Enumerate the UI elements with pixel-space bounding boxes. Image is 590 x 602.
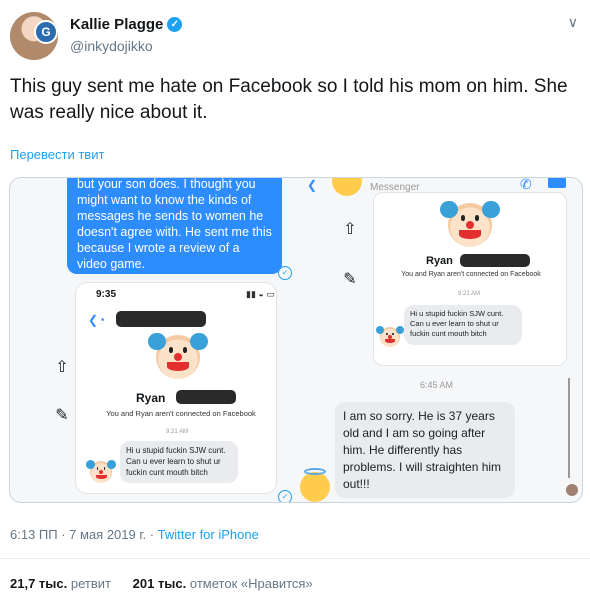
author-handle[interactable]: @inkydojikko [70,38,153,54]
author-name-row[interactable]: Kallie Plagge ✓ [70,16,183,33]
edit-icon-2[interactable]: ✎ [338,268,362,292]
signal-icon: ▮▮ ◒ ▭ [246,289,275,299]
not-connected-text-2: You and Ryan aren't connected on Faceboo… [401,271,541,278]
profile-name: Ryan [136,391,166,405]
left-phone-screen: 9:35 ▮▮ ◒ ▭ ❮◔ Ryan You and Ryan aren't … [75,282,277,494]
reply-time: 6:45 AM [420,380,454,390]
avatar-badge: G [34,20,58,44]
tweet-text: This guy sent me hate on Facebook so I t… [10,76,568,123]
tweet-timestamp: 6:13 ПП · 7 мая 2019 г. · Twitter for iP… [10,527,259,542]
back-icon-2: ❮ [307,178,318,192]
seen-check-icon: ✓ [278,266,292,280]
mom-reply-bubble: I am so sorry. He is 37 years old and I … [335,402,515,498]
hate-message-bubble-2: Hi u stupid fuckin SJW cunt. Can u ever … [404,305,522,345]
tweet-stats: 21,7 тыс. ретвит 201 тыс. отметок «Нрави… [10,576,313,591]
call-icon: ✆ [520,177,532,192]
scrollbar[interactable] [568,378,570,478]
translate-link[interactable]: Перевести твит [10,147,104,162]
redacted-surname-2 [460,254,530,267]
small-avatar-icon [566,484,578,496]
source-link[interactable]: Twitter for iPhone [158,527,259,542]
redacted-surname [176,390,236,404]
divider [0,558,590,559]
emoji-avatar-icon [332,178,362,196]
seen-check-icon-2: ✓ [278,490,292,502]
tweet-media[interactable]: but your son does. I thought you might w… [9,177,583,503]
message-time-2: 9:21 AM [458,291,481,297]
clown-avatar-icon-2 [440,200,500,247]
share-icon[interactable]: ⇧ [50,356,74,380]
back-icon: ❮◔ [88,313,106,327]
retweet-count[interactable]: 21,7 тыс. [10,576,67,591]
right-phone-screen: Ryan You and Ryan aren't connected on Fa… [373,192,567,366]
not-connected-text: You and Ryan aren't connected on Faceboo… [106,409,256,418]
timestamp-text[interactable]: 6:13 ПП · 7 мая 2019 г. · [10,527,158,542]
retweet-label[interactable]: ретвит [71,576,111,591]
video-icon [548,178,566,188]
share-icon-2[interactable]: ⇧ [338,218,362,242]
clown-small-icon [86,459,116,483]
like-count[interactable]: 201 тыс. [133,576,187,591]
chevron-down-icon[interactable]: ∨ [568,14,578,31]
like-label[interactable]: отметок «Нравится» [190,576,313,591]
redacted-name [116,311,206,327]
author-avatar[interactable]: G [10,12,58,60]
clown-small-icon-2 [376,326,404,347]
clown-avatar-icon [148,332,208,379]
verified-icon: ✓ [167,17,183,32]
hate-message-bubble: Hi u stupid fuckin SJW cunt. Can u ever … [120,441,238,483]
edit-icon[interactable]: ✎ [50,404,74,428]
message-time: 9:21 AM [166,429,189,435]
profile-name-2: Ryan [426,255,453,267]
angel-emoji-icon [300,468,330,502]
phone-time: 9:35 [96,289,117,300]
left-message-bubble: but your son does. I thought you might w… [67,178,282,274]
author-name[interactable]: Kallie Plagge [70,16,163,33]
